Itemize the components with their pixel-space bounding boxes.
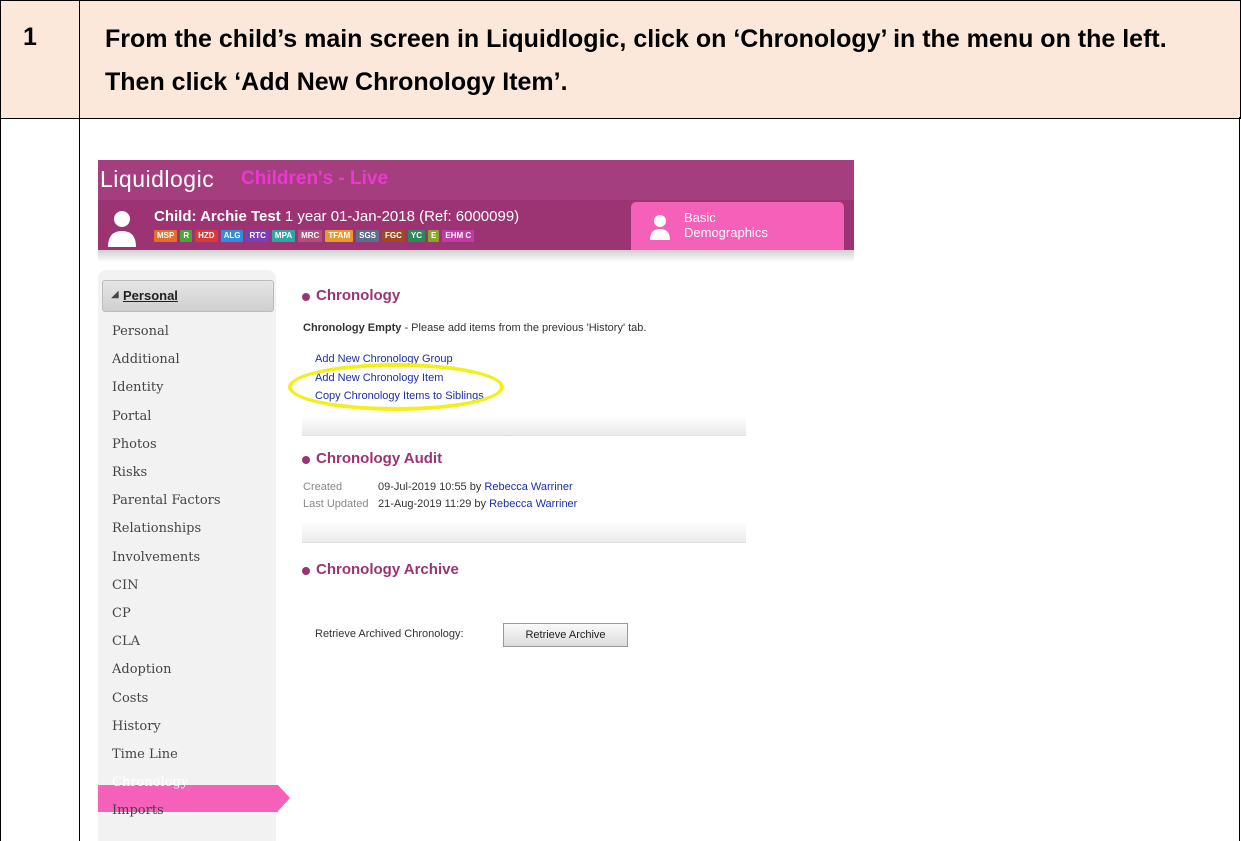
section-title-archive: Chronology Archive xyxy=(316,561,459,578)
empty-bold: Chronology Empty xyxy=(303,322,402,334)
liquidlogic-screenshot: Liquidlogic Children's - Live Child: Arc… xyxy=(98,160,854,841)
header-shadow xyxy=(98,250,854,262)
created-date: 09-Jul-2019 10:55 by xyxy=(378,481,485,493)
sidebar-item-parental-factors[interactable]: Parental Factors xyxy=(112,493,221,508)
tab-basic-demographics[interactable]: Basic Demographics xyxy=(631,202,844,250)
retrieve-label: Retrieve Archived Chronology: xyxy=(315,628,464,640)
left-menu: ◢ Personal Personal Additional Identity Por… xyxy=(98,270,290,841)
updated-by-link[interactable]: Rebecca Warriner xyxy=(489,498,577,510)
alert-badge[interactable]: RTC xyxy=(246,230,269,242)
alert-badges: MSP R HZD ALG RTC MPA MRC TFAM SGS FGC YC E EHM C xyxy=(154,230,475,242)
brand-logo: Liquidlogic xyxy=(100,166,215,192)
sidebar-item-photos[interactable]: Photos xyxy=(112,437,157,452)
instruction-line-2: Then click ‘Add New Chronology Item’. xyxy=(105,68,568,96)
sidebar-item-adoption[interactable]: Adoption xyxy=(112,662,171,677)
alert-badge[interactable]: ALG xyxy=(220,230,244,242)
tab-label: Basic Demographics xyxy=(684,210,768,240)
alert-badge[interactable]: MRC xyxy=(298,230,323,242)
bullet-icon xyxy=(302,456,310,464)
sidebar-item-history[interactable]: History xyxy=(112,719,161,734)
step-instructions: From the child’s main screen in Liquidlo… xyxy=(105,23,1215,99)
alert-badge[interactable]: HZD xyxy=(195,230,218,242)
sidebar-item-personal[interactable]: Personal xyxy=(112,324,169,339)
alert-badge[interactable]: MSP xyxy=(154,230,178,242)
tab-label-line-2: Demographics xyxy=(684,225,768,240)
instruction-table: 1 From the child’s main screen in Liquid… xyxy=(0,0,1241,841)
section-divider xyxy=(302,415,746,436)
empty-text: - Please add items from the previous 'Hi… xyxy=(401,322,647,334)
app-header: Liquidlogic Children's - Live Child: Arc… xyxy=(98,160,854,260)
updated-value: 21-Aug-2019 11:29 by Rebecca Warriner xyxy=(378,498,577,510)
chronology-empty-message: Chronology Empty - Please add items from… xyxy=(303,322,646,334)
alert-badge[interactable]: E xyxy=(428,230,440,242)
table-left-border xyxy=(0,117,1,841)
column-divider xyxy=(79,0,80,841)
step-number: 1 xyxy=(23,23,37,51)
alert-badge[interactable]: YC xyxy=(407,230,426,242)
section-title-chronology: Chronology xyxy=(316,287,401,304)
sidebar-item-relationships[interactable]: Relationships xyxy=(112,521,201,536)
instruction-line-1: From the child’s main screen in Liquidlo… xyxy=(105,25,1167,53)
alert-badge[interactable]: TFAM xyxy=(325,230,354,242)
sidebar-item-identity[interactable]: Identity xyxy=(112,380,163,395)
sidebar-item-involvements[interactable]: Involvements xyxy=(112,550,200,565)
sidebar-item-additional[interactable]: Additional xyxy=(112,352,180,367)
alert-badge[interactable]: FGC xyxy=(382,230,405,242)
sidebar-item-time-line[interactable]: Time Line xyxy=(112,747,178,762)
yellow-highlight-circle xyxy=(288,363,504,411)
tab-label-line-1: Basic xyxy=(684,210,716,225)
menu-section-label: Personal xyxy=(123,288,178,303)
child-name: Child: Archie Test xyxy=(154,208,281,225)
environment-label: Children's - Live xyxy=(241,168,389,189)
step-header-row: 1 From the child’s main screen in Liquid… xyxy=(0,0,1241,119)
sidebar-item-imports[interactable]: Imports xyxy=(112,803,164,818)
alert-badge[interactable]: MPA xyxy=(271,230,296,242)
person-icon xyxy=(650,215,670,240)
bullet-icon xyxy=(302,293,310,301)
sidebar-item-risks[interactable]: Risks xyxy=(112,465,147,480)
sidebar-item-cp[interactable]: CP xyxy=(112,606,131,621)
sidebar-item-cla[interactable]: CLA xyxy=(112,634,140,649)
bullet-icon xyxy=(302,567,310,575)
alert-badge[interactable]: EHM C xyxy=(442,230,475,242)
section-title-audit: Chronology Audit xyxy=(316,450,443,467)
alert-badge[interactable]: R xyxy=(180,230,193,242)
created-label: Created xyxy=(303,481,343,493)
sidebar-item-costs[interactable]: Costs xyxy=(112,691,148,706)
chronology-panel: Chronology Chronology Empty - Please add… xyxy=(288,270,854,841)
section-divider xyxy=(302,522,746,543)
updated-label: Last Updated xyxy=(303,498,369,510)
created-by-link[interactable]: Rebecca Warriner xyxy=(484,481,572,493)
retrieve-archive-button[interactable]: Retrieve Archive xyxy=(503,623,628,647)
child-details: 1 year 01-Jan-2018 (Ref: 6000099) xyxy=(280,208,520,225)
sidebar-item-portal[interactable]: Portal xyxy=(112,409,151,424)
collapse-arrow-icon: ◢ xyxy=(111,289,119,300)
alert-badge[interactable]: SGS xyxy=(356,230,380,242)
created-value: 09-Jul-2019 10:55 by Rebecca Warriner xyxy=(378,481,573,493)
sidebar-item-chronology[interactable]: Chronology xyxy=(112,775,188,790)
menu-section-personal[interactable]: ◢ Personal xyxy=(102,280,274,312)
updated-date: 21-Aug-2019 11:29 by xyxy=(378,498,490,510)
person-icon xyxy=(108,211,136,247)
child-summary: Child: Archie Test 1 year 01-Jan-2018 (R… xyxy=(154,208,519,225)
sidebar-item-cin[interactable]: CIN xyxy=(112,578,138,593)
table-right-border xyxy=(1239,117,1240,841)
